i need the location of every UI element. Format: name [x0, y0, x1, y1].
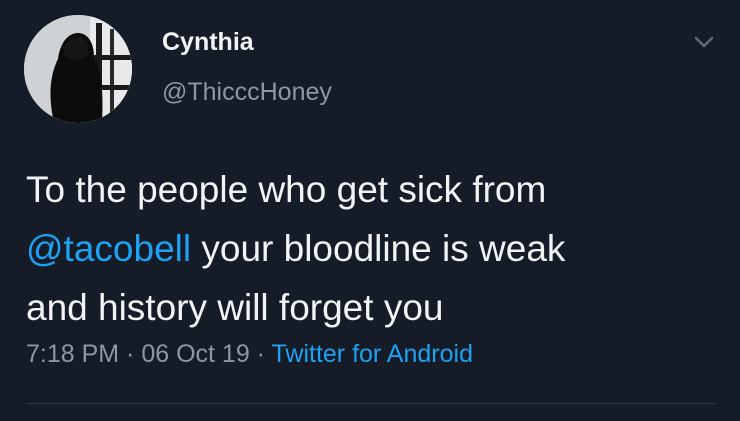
avatar[interactable] [24, 15, 132, 123]
tweet-text-line-1: To the people who get sick from [26, 169, 547, 210]
tweet-text-line-3: and history will forget you [26, 287, 444, 328]
author-handle[interactable]: @ThicccHoney [162, 78, 332, 107]
mention-link[interactable]: @tacobell [26, 228, 191, 269]
tweet-card: Cynthia @ThicccHoney To the people who g… [0, 0, 740, 421]
tweet-time[interactable]: 7:18 PM [26, 340, 119, 368]
divider [26, 403, 716, 404]
profile-silhouette-icon [24, 15, 132, 123]
meta-separator: · [249, 340, 272, 368]
tweet-text-line-2: @tacobell your bloodline is weak [26, 219, 716, 278]
tweet-metadata: 7:18 PM · 06 Oct 19 · Twitter for Androi… [26, 340, 473, 369]
tweet-menu-button[interactable] [690, 28, 718, 56]
chevron-down-icon [694, 36, 714, 48]
tweet-text-line-2-rest: your bloodline is weak [191, 228, 566, 269]
meta-separator: · [119, 340, 142, 368]
tweet-date[interactable]: 06 Oct 19 [141, 340, 249, 368]
tweet-source-link[interactable]: Twitter for Android [272, 340, 473, 368]
author-display-name[interactable]: Cynthia [162, 28, 254, 57]
tweet-text: To the people who get sick from @tacobel… [26, 160, 716, 337]
